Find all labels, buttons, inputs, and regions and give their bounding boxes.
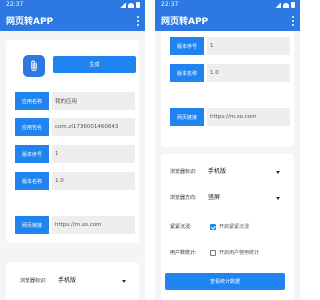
field-package: 应用包名 com.zl1736001460643	[15, 118, 135, 136]
field-label: 版本序号	[170, 37, 204, 55]
app-bar: 网页转APP	[155, 11, 300, 31]
status-bar: 22:37	[155, 0, 300, 11]
field-label: 版本序号	[15, 145, 49, 163]
version-name-input[interactable]: 1.0	[52, 172, 135, 190]
field-label: 版本名称	[170, 64, 204, 82]
orientation-label: 浏览器方向:	[170, 195, 197, 201]
battery-icon	[291, 2, 295, 8]
left-screen: 22:37 网页转APP 生成 应用名称 我的应用 应用包名 com.zl173…	[0, 0, 145, 300]
app-bar: 网页转APP	[0, 11, 145, 31]
field-app-name: 应用名称 我的应用	[15, 92, 135, 110]
stats-label: 用户数统计:	[170, 250, 197, 256]
status-bar: 22:37	[0, 0, 145, 11]
app-name-input[interactable]: 我的应用	[52, 92, 135, 110]
status-time: 22:37	[6, 1, 24, 8]
view-stats-button[interactable]: 查看统计数据	[165, 273, 285, 290]
version-code-input[interactable]: 1	[207, 37, 290, 55]
field-version-name: 版本名称 1.0	[170, 64, 290, 82]
orientation-select[interactable]: 浏览器方向: 竖屏	[170, 192, 285, 204]
generate-button[interactable]: 生成	[53, 56, 136, 73]
dropdown-arrow-icon	[122, 280, 126, 283]
status-icons	[120, 2, 140, 8]
ua-label: 浏览器标识:	[20, 278, 47, 284]
field-version-code: 版本序号 1	[170, 37, 290, 55]
wifi-icon	[283, 2, 289, 8]
orientation-value: 竖屏	[208, 194, 221, 201]
website-input[interactable]: https://m.so.com	[207, 108, 290, 126]
stats-text[interactable]: 开启用户使用统计	[219, 247, 259, 259]
signal-icon	[120, 2, 126, 8]
immersive-row: 紧紧沉浸: 开启紧紧沉浸	[170, 221, 285, 233]
overflow-menu-icon[interactable]	[135, 15, 141, 27]
ua-value: 手机版	[58, 277, 77, 284]
field-website: 网页链接 https://m.so.com	[15, 216, 135, 234]
overflow-menu-icon[interactable]	[290, 15, 296, 27]
immersive-text[interactable]: 开启紧紧沉浸	[219, 221, 249, 233]
status-icons	[275, 2, 295, 8]
field-label: 应用包名	[15, 118, 49, 136]
dropdown-arrow-icon	[276, 197, 280, 200]
ua-select[interactable]: 浏览器标识: 手机版	[170, 166, 285, 178]
app-icon-picker[interactable]	[23, 55, 45, 77]
battery-icon	[136, 2, 140, 8]
screen-divider	[145, 0, 155, 300]
field-version-name: 版本名称 1.0	[15, 172, 135, 190]
status-time: 22:37	[161, 1, 179, 8]
ua-value: 手机版	[208, 168, 227, 175]
field-version-code: 版本序号 1	[15, 145, 135, 163]
paperclip-icon	[31, 60, 37, 71]
dropdown-arrow-icon	[276, 171, 280, 174]
version-name-input[interactable]: 1.0	[207, 64, 290, 82]
field-label: 网页链接	[170, 108, 204, 126]
checkbox-unchecked-icon[interactable]	[210, 250, 216, 256]
field-label: 应用名称	[15, 92, 49, 110]
immersive-label: 紧紧沉浸:	[170, 224, 192, 230]
ua-select[interactable]: 浏览器标识: 手机版	[20, 275, 130, 287]
app-title: 网页转APP	[161, 17, 209, 27]
field-label: 网页链接	[15, 216, 49, 234]
ua-label: 浏览器标识:	[170, 169, 197, 175]
wifi-icon	[128, 2, 134, 8]
field-website: 网页链接 https://m.so.com	[170, 108, 290, 126]
right-screen: 22:37 网页转APP 版本序号 1 版本名称 1.0 网页链接 https:…	[155, 0, 300, 300]
package-input[interactable]: com.zl1736001460643	[52, 118, 135, 136]
version-code-input[interactable]: 1	[52, 145, 135, 163]
stats-row: 用户数统计: 开启用户使用统计	[170, 247, 285, 259]
app-title: 网页转APP	[6, 17, 54, 27]
website-input[interactable]: https://m.so.com	[52, 216, 135, 234]
checkbox-checked-icon[interactable]	[210, 224, 216, 230]
signal-icon	[275, 2, 281, 8]
field-label: 版本名称	[15, 172, 49, 190]
